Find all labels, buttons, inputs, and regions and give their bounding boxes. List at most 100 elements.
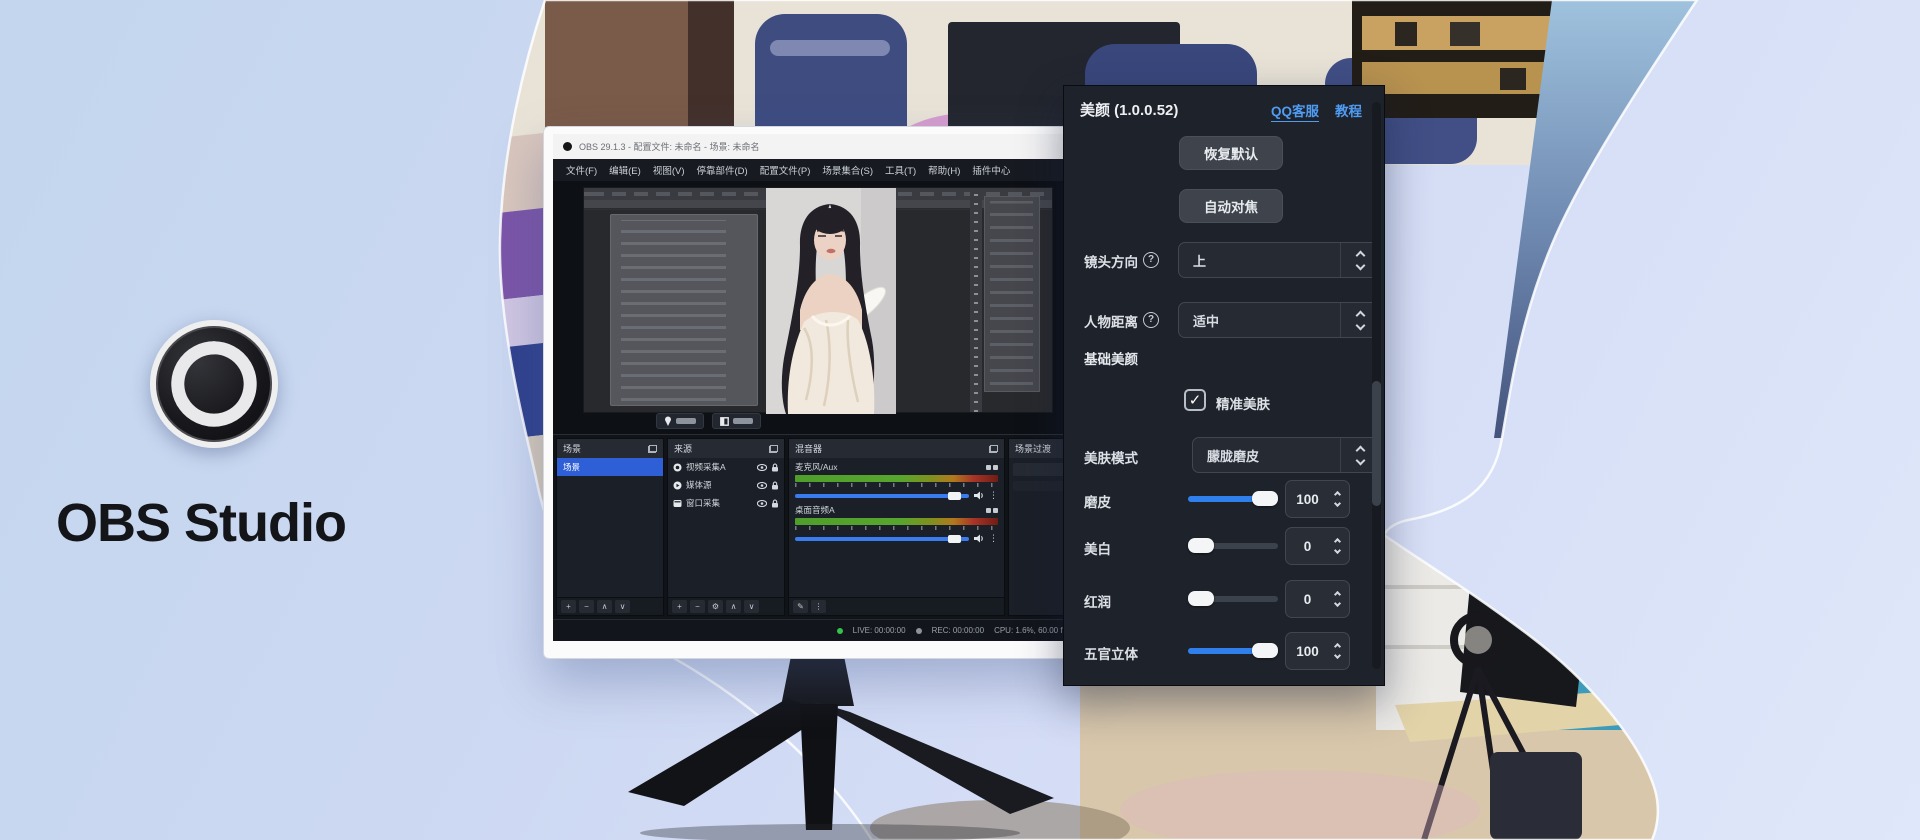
volume-slider[interactable] [795, 537, 969, 541]
eye-icon[interactable] [757, 482, 767, 489]
source-item[interactable]: 视频采集A [668, 458, 784, 476]
channel-options-icon[interactable] [986, 507, 998, 514]
panel-scrollbar-thumb[interactable] [1372, 381, 1381, 506]
help-icon[interactable]: ? [1143, 312, 1159, 328]
preview-chip-marker[interactable] [656, 413, 704, 429]
remove-source-button[interactable]: − [690, 600, 705, 613]
pin-icon [664, 416, 672, 426]
face-3d-label: 五官立体 [1084, 643, 1138, 663]
captured-tool-strip [970, 188, 982, 412]
volume-slider[interactable] [795, 494, 969, 498]
face-3d-spinner[interactable]: 100 [1285, 632, 1350, 670]
whitening-spinner[interactable]: 0 [1285, 527, 1350, 565]
autofocus-button[interactable]: 自动对焦 [1179, 189, 1283, 223]
audio-meter [795, 475, 998, 482]
mixer-channel-label: 桌面音频A [795, 504, 835, 516]
preview-chips [656, 413, 761, 429]
spinner-arrows-icon[interactable] [1329, 489, 1349, 509]
mixer-menu-button[interactable]: ⋮ [811, 600, 826, 613]
whitening-slider[interactable] [1188, 543, 1278, 549]
source-down-button[interactable]: ∨ [744, 600, 759, 613]
channel-menu-icon[interactable]: ⋮ [989, 490, 998, 501]
camera-direction-label: 镜头方向 [1084, 251, 1138, 271]
person-distance-label: 人物距离 [1084, 311, 1138, 331]
meter-ticks [795, 526, 998, 530]
tutorial-link[interactable]: 教程 [1335, 100, 1362, 122]
lock-icon[interactable] [771, 499, 779, 508]
skin-mode-label: 美肤模式 [1084, 447, 1138, 467]
obs-window: OBS 29.1.3 - 配置文件: 未命名 - 场景: 未命名 文件(F) 编… [553, 134, 1081, 641]
popout-icon[interactable] [769, 445, 778, 453]
window-icon [720, 417, 729, 426]
live-indicator-icon [837, 628, 843, 634]
eye-icon[interactable] [757, 464, 767, 471]
source-item[interactable]: 媒体源 [668, 476, 784, 494]
scene-down-button[interactable]: ∨ [615, 600, 630, 613]
menu-edit[interactable]: 编辑(E) [604, 161, 646, 179]
scenes-toolbar: + − ∧ ∨ [557, 597, 663, 615]
promo-canvas: OBS Studio OBS 29.1.3 - 配置文件: 未命名 - 场景: … [0, 0, 1920, 840]
popout-icon[interactable] [989, 445, 998, 453]
scene-item-selected[interactable]: 场景 [557, 458, 663, 476]
menu-tools[interactable]: 工具(T) [880, 161, 921, 179]
scene-up-button[interactable]: ∧ [597, 600, 612, 613]
spinner-arrows-icon[interactable] [1329, 641, 1349, 661]
face-3d-slider[interactable] [1188, 648, 1278, 654]
media-source-icon [673, 481, 682, 490]
help-icon[interactable]: ? [1143, 252, 1159, 268]
speaker-icon[interactable] [974, 534, 984, 543]
spinner-arrows-icon[interactable] [1329, 536, 1349, 556]
camera-direction-select[interactable]: 上 [1178, 242, 1380, 278]
mixer-toolbar: ✎ ⋮ [789, 597, 1004, 615]
obs-statusbar: LIVE: 00:00:00 REC: 00:00:00 CPU: 1.6%, … [553, 619, 1081, 641]
basic-beauty-section-title: 基础美颜 [1084, 348, 1138, 368]
transitions-dock-title: 场景过渡 [1015, 442, 1051, 455]
add-scene-button[interactable]: + [561, 600, 576, 613]
lock-icon[interactable] [771, 463, 779, 472]
menu-scene-collection[interactable]: 场景集合(S) [817, 161, 878, 179]
popout-icon[interactable] [648, 445, 657, 453]
mixer-body: 麦克风/Aux ⋮ [789, 458, 1004, 597]
lock-icon[interactable] [771, 481, 779, 490]
rec-indicator-icon [916, 628, 922, 634]
beauty-filter-panel: 美颜 (1.0.0.52) QQ客服 教程 恢复默认 自动对焦 镜头方向 ? 上… [1063, 85, 1385, 686]
smoothing-slider[interactable] [1188, 496, 1278, 502]
scenes-list: 场景 [557, 458, 663, 597]
mixer-dock-title: 混音器 [795, 442, 822, 455]
source-up-button[interactable]: ∧ [726, 600, 741, 613]
precise-skin-checkbox[interactable]: ✓ [1184, 389, 1206, 411]
menu-profile[interactable]: 配置文件(P) [755, 161, 816, 179]
smoothing-spinner[interactable]: 100 [1285, 480, 1350, 518]
rosy-slider[interactable] [1188, 596, 1278, 602]
menu-view[interactable]: 视图(V) [648, 161, 690, 179]
menu-file[interactable]: 文件(F) [561, 161, 602, 179]
rec-time: REC: 00:00:00 [932, 626, 984, 635]
rosy-label: 红润 [1084, 591, 1111, 611]
channel-menu-icon[interactable]: ⋮ [989, 533, 998, 544]
sources-dock: 来源 视频采集A 媒体源 [667, 438, 785, 616]
qq-support-link[interactable]: QQ客服 [1271, 100, 1319, 122]
menu-docks[interactable]: 停靠部件(D) [691, 161, 752, 179]
menu-help[interactable]: 帮助(H) [923, 161, 965, 179]
smoothing-label: 磨皮 [1084, 491, 1111, 511]
rosy-spinner[interactable]: 0 [1285, 580, 1350, 618]
skin-mode-select[interactable]: 朦胧磨皮 [1192, 437, 1380, 473]
source-item[interactable]: 窗口采集 [668, 494, 784, 512]
obs-titlebar: OBS 29.1.3 - 配置文件: 未命名 - 场景: 未命名 [553, 134, 1081, 159]
mixer-edit-button[interactable]: ✎ [793, 600, 808, 613]
channel-options-icon[interactable] [986, 464, 998, 471]
scenes-dock-header: 场景 [557, 439, 663, 458]
sources-dock-header: 来源 [668, 439, 784, 458]
captured-settings-panel [610, 214, 758, 406]
preview-chip-window[interactable] [712, 413, 761, 429]
menu-plugin-center[interactable]: 插件中心 [967, 161, 1015, 179]
speaker-icon[interactable] [974, 491, 984, 500]
live-time: LIVE: 00:00:00 [853, 626, 906, 635]
remove-scene-button[interactable]: − [579, 600, 594, 613]
restore-default-button[interactable]: 恢复默认 [1179, 136, 1283, 170]
add-source-button[interactable]: + [672, 600, 687, 613]
eye-icon[interactable] [757, 500, 767, 507]
person-distance-select[interactable]: 适中 [1178, 302, 1380, 338]
spinner-arrows-icon[interactable] [1329, 589, 1349, 609]
source-properties-button[interactable]: ⚙ [708, 600, 723, 613]
